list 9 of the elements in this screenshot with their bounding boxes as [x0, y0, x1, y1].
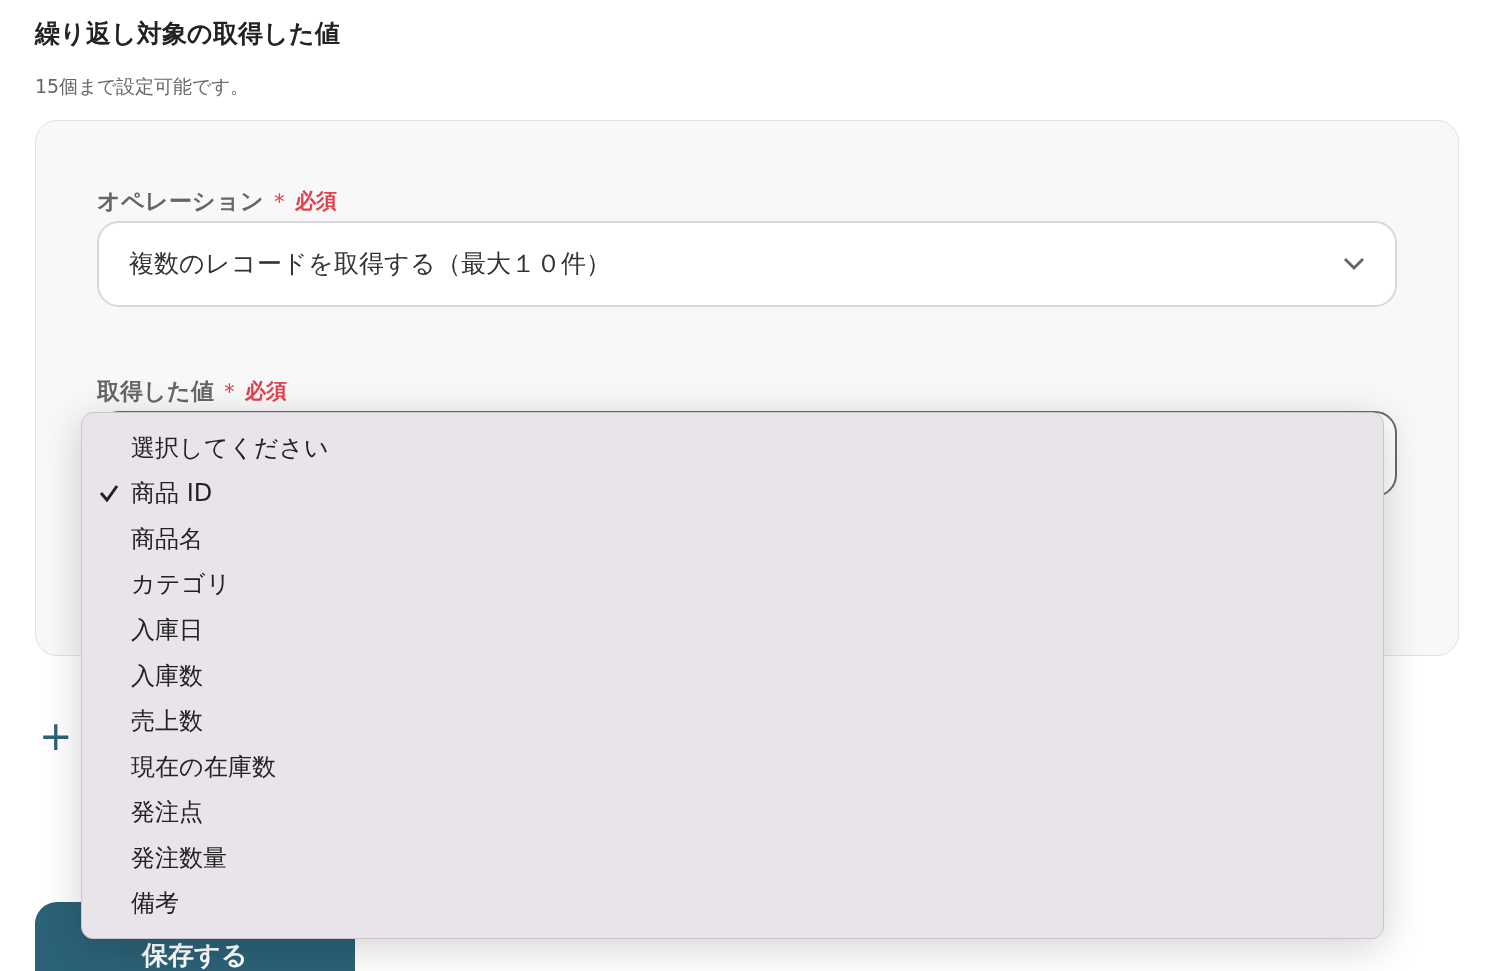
select-value: 複数のレコードを取得する（最大１０件）	[129, 248, 612, 281]
section-title: 繰り返し対象の取得した値	[35, 18, 340, 50]
required-mark: ＊	[218, 377, 241, 406]
required-label: 必須	[245, 378, 287, 405]
section-note: 15個まで設定可能です。	[35, 74, 250, 99]
required-mark: ＊	[268, 187, 291, 216]
field-label: オペレーション	[97, 187, 264, 216]
field-label: 取得した値	[97, 377, 214, 406]
required-label: 必須	[295, 188, 337, 215]
